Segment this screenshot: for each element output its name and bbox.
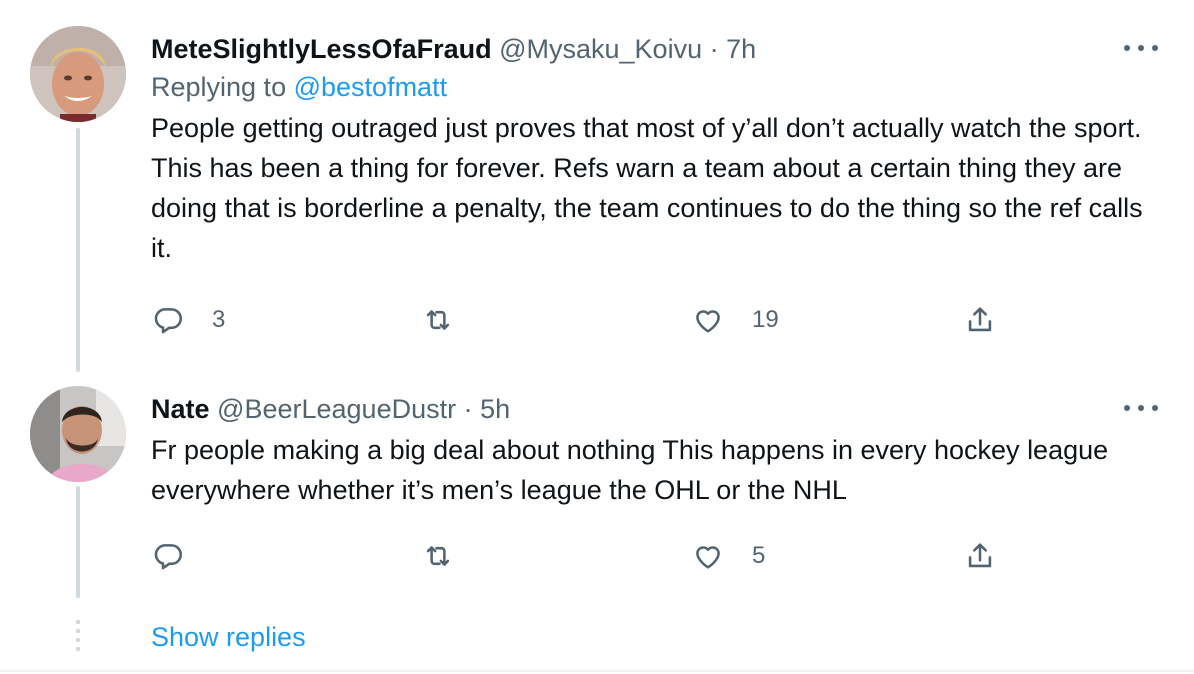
tweet-actions: 3 19 [151,300,1011,340]
reply-icon [154,544,183,570]
tweet-header: MeteSlightlyLessOfaFraud @Mysaku_Koivu ·… [151,32,1161,66]
reply-count: 3 [212,306,226,333]
share-button[interactable] [963,536,997,576]
user-avatar-icon [30,26,126,122]
show-replies-link[interactable]: Show replies [151,620,306,654]
replying-label: Replying to [151,72,287,102]
user-handle[interactable]: @BeerLeagueDustr [217,394,456,424]
retweet-icon [426,546,450,566]
tweet-actions: 5 [151,536,1011,576]
heart-icon [696,546,720,569]
tweet-text: Fr people making a big deal about nothin… [151,435,1109,505]
heart-icon [696,310,720,333]
thread-line [76,128,80,372]
divider [0,670,1194,672]
more-options-button[interactable] [1124,38,1158,58]
separator: · [709,34,719,64]
reply-button[interactable]: 3 [151,300,225,340]
retweet-button[interactable] [421,300,482,340]
avatar[interactable] [30,386,126,482]
thread-dots [76,620,80,656]
like-count: 5 [752,542,766,569]
timestamp[interactable]: 7h [726,34,756,64]
like-button[interactable]: 19 [691,300,779,340]
display-name[interactable]: MeteSlightlyLessOfaFraud [151,34,492,64]
display-name[interactable]: Nate [151,394,210,424]
replying-to-line: Replying to @bestofmatt [151,70,1161,104]
tweet-text: People getting outraged just proves that… [151,113,1143,263]
reply-button[interactable] [151,536,212,576]
retweet-icon [426,310,450,330]
user-avatar-icon [30,386,126,482]
share-button[interactable] [963,300,997,340]
like-count: 19 [752,306,779,333]
thread-line [76,486,80,598]
separator: · [463,394,473,424]
avatar[interactable] [30,26,126,122]
user-handle[interactable]: @Mysaku_Koivu [499,34,702,64]
retweet-button[interactable] [421,536,482,576]
share-icon [968,307,992,332]
share-icon [968,543,992,568]
replying-mention-link[interactable]: @bestofmatt [294,72,447,102]
more-options-button[interactable] [1124,398,1158,418]
tweet-header: Nate @BeerLeagueDustr · 5h [151,392,1161,426]
like-button[interactable]: 5 [691,536,765,576]
reply-icon [154,308,183,334]
timestamp[interactable]: 5h [480,394,510,424]
